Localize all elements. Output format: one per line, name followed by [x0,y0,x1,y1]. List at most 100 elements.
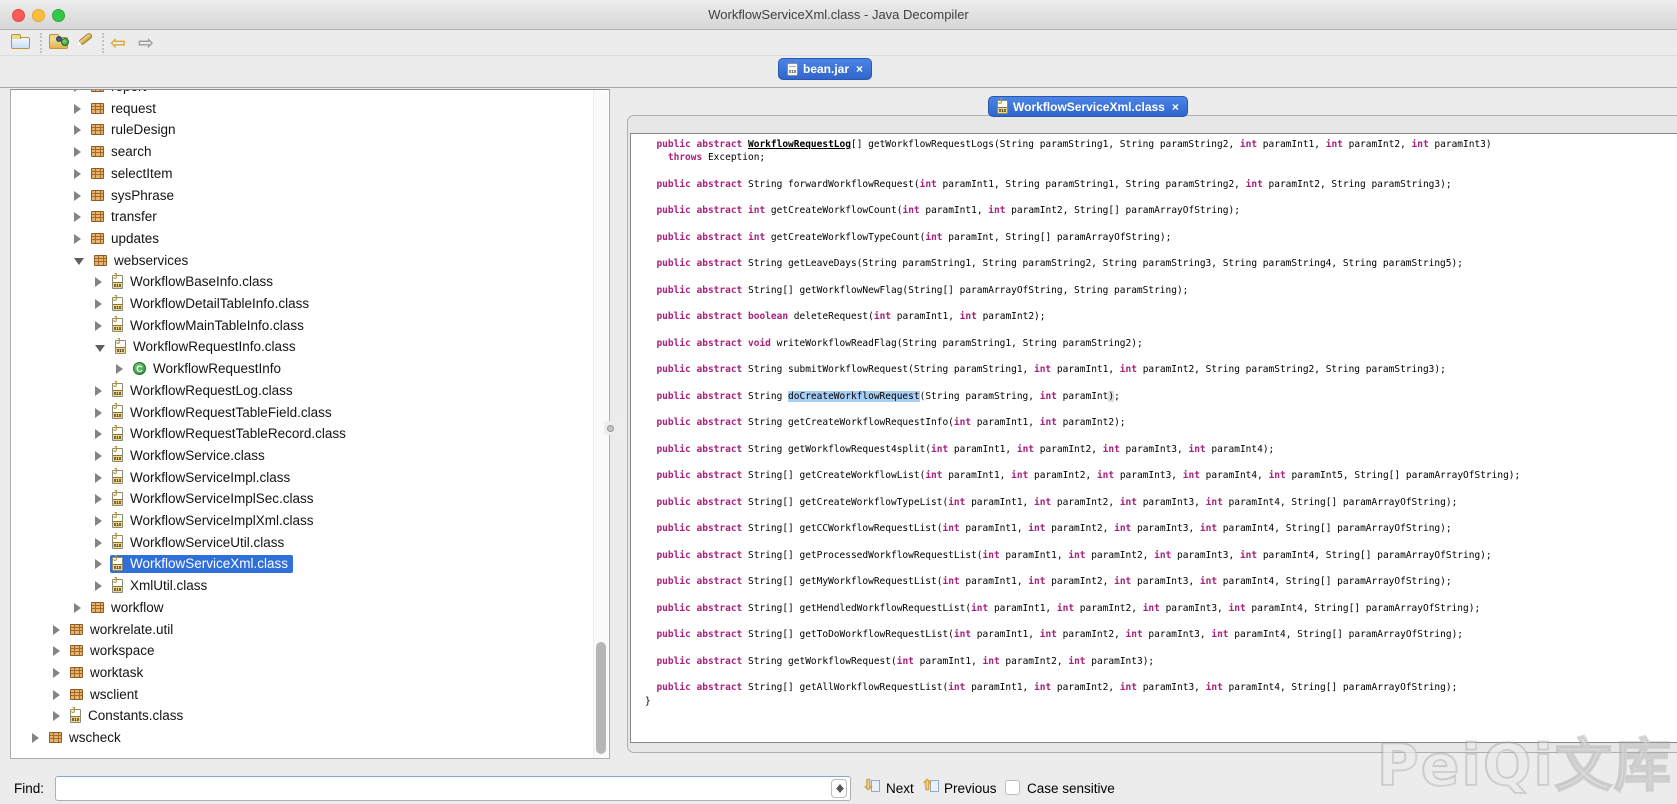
disclosure-triangle[interactable] [74,212,81,222]
tree-item-label: WorkflowDetailTableInfo.class [130,296,309,311]
disclosure-triangle[interactable] [95,516,102,526]
jar-icon: 010 [787,63,798,76]
disclosure-triangle[interactable] [74,258,84,265]
tree-item-label: XmlUtil.class [130,578,207,593]
tree-item[interactable]: workrelate.util [53,619,178,640]
class-file-icon: J010 [112,383,123,397]
class-file-icon: J010 [112,427,123,441]
tree-item[interactable]: report [74,89,151,98]
tree-item[interactable]: J010WorkflowService.class [95,445,270,466]
disclosure-triangle[interactable] [95,451,102,461]
disclosure-triangle[interactable] [74,147,81,157]
class-file-icon: J010 [112,535,123,549]
disclosure-triangle[interactable] [74,191,81,201]
close-icon[interactable]: × [856,63,863,75]
back-button[interactable]: ⇦ [110,32,134,54]
tree-scrollbar-thumb[interactable] [596,642,606,754]
disclosure-triangle[interactable] [116,364,123,374]
find-text-field[interactable] [60,778,830,799]
tab-bean-jar[interactable]: 010 bean.jar × [778,58,872,80]
disclosure-triangle[interactable] [32,733,39,743]
tree-item[interactable]: ruleDesign [74,120,181,141]
find-next-label[interactable]: Next [886,781,914,796]
tree-item[interactable]: wscheck [32,728,126,749]
toolbar-separator [102,33,104,53]
splitter-handle[interactable] [604,421,617,435]
tree-item[interactable]: workflow [74,597,169,618]
disclosure-triangle[interactable] [74,89,81,92]
open-type-button[interactable] [48,32,72,54]
disclosure-triangle[interactable] [74,169,81,179]
disclosure-triangle[interactable] [95,538,102,548]
disclosure-triangle[interactable] [74,603,81,613]
disclosure-triangle[interactable] [53,668,60,678]
disclosure-triangle[interactable] [74,234,81,244]
tree-item[interactable]: J010WorkflowMainTableInfo.class [95,315,309,336]
class-file-icon: J010 [112,579,123,593]
tree-item[interactable]: wsclient [53,684,143,705]
disclosure-triangle[interactable] [95,386,102,396]
tree-item-label: wscheck [69,730,121,745]
tree-item[interactable]: CWorkflowRequestInfo [116,359,286,380]
package-icon [70,645,83,656]
disclosure-triangle[interactable] [95,429,102,439]
tree-item[interactable]: worktask [53,662,148,683]
close-icon[interactable]: × [1172,101,1179,113]
disclosure-triangle[interactable] [53,690,60,700]
find-previous-button[interactable]: ⇧ [921,777,939,797]
find-input[interactable] [55,776,851,801]
tree-item[interactable]: request [74,98,161,119]
tree-item[interactable]: J010WorkflowServiceImplSec.class [95,489,319,510]
tree-item[interactable]: J010WorkflowRequestTableField.class [95,402,337,423]
class-file-icon: J010 [112,514,123,528]
disclosure-triangle[interactable] [95,473,102,483]
forward-button[interactable]: ⇨ [138,32,162,54]
open-file-button[interactable] [10,32,34,54]
tree-item-label: ruleDesign [111,122,176,137]
disclosure-triangle[interactable] [95,345,105,352]
disclosure-triangle[interactable] [74,125,81,135]
tree-item[interactable]: J010WorkflowRequestInfo.class [95,337,301,358]
tree-item[interactable]: J010WorkflowRequestLog.class [95,380,298,401]
disclosure-triangle[interactable] [95,277,102,287]
tree-item[interactable]: J010Constants.class [53,706,188,727]
find-history-stepper[interactable] [831,779,847,798]
tree-item[interactable]: J010WorkflowServiceXml.class [95,554,293,575]
disclosure-triangle[interactable] [95,559,102,569]
disclosure-triangle[interactable] [95,494,102,504]
disclosure-triangle[interactable] [74,104,81,114]
tree-item[interactable]: J010WorkflowDetailTableInfo.class [95,294,314,315]
tree-item[interactable]: selectItem [74,163,178,184]
disclosure-triangle[interactable] [95,299,102,309]
tree-item[interactable]: J010WorkflowBaseInfo.class [95,272,278,293]
tab-bean-jar-label: bean.jar [803,62,849,76]
tab-workflowservicexml-class[interactable]: J 010 WorkflowServiceXml.class × [988,96,1188,117]
class-file-icon: J010 [112,318,123,332]
tree-item[interactable]: J010WorkflowRequestTableRecord.class [95,424,351,445]
tree-item[interactable]: webservices [74,250,193,271]
disclosure-triangle[interactable] [95,321,102,331]
tree-item[interactable]: search [74,142,157,163]
tree-item[interactable]: J010WorkflowServiceUtil.class [95,532,289,553]
tree-item-label: WorkflowRequestInfo [153,361,281,376]
tree-item[interactable]: J010WorkflowServiceImplXml.class [95,511,319,532]
disclosure-triangle[interactable] [53,625,60,635]
tree-item[interactable]: J010WorkflowServiceImpl.class [95,467,295,488]
disclosure-triangle[interactable] [95,408,102,418]
tree-item-label: worktask [90,665,143,680]
type-link[interactable]: WorkflowRequestLog [748,139,851,150]
class-file-icon: J010 [70,709,81,723]
find-next-button[interactable]: ⇩ [862,777,880,797]
search-button[interactable] [74,32,98,54]
tree-item[interactable]: updates [74,228,164,249]
tree-item[interactable]: transfer [74,207,162,228]
disclosure-triangle[interactable] [95,581,102,591]
tree-item[interactable]: J010 XmlUtil.class [95,576,212,597]
case-sensitive-checkbox[interactable] [1005,780,1020,795]
tree-item[interactable]: workspace [53,641,160,662]
code-content[interactable]: public abstract WorkflowRequestLog[] get… [631,134,1677,708]
disclosure-triangle[interactable] [53,711,60,721]
disclosure-triangle[interactable] [53,646,60,656]
find-previous-label[interactable]: Previous [944,781,997,796]
tree-item[interactable]: sysPhrase [74,185,179,206]
